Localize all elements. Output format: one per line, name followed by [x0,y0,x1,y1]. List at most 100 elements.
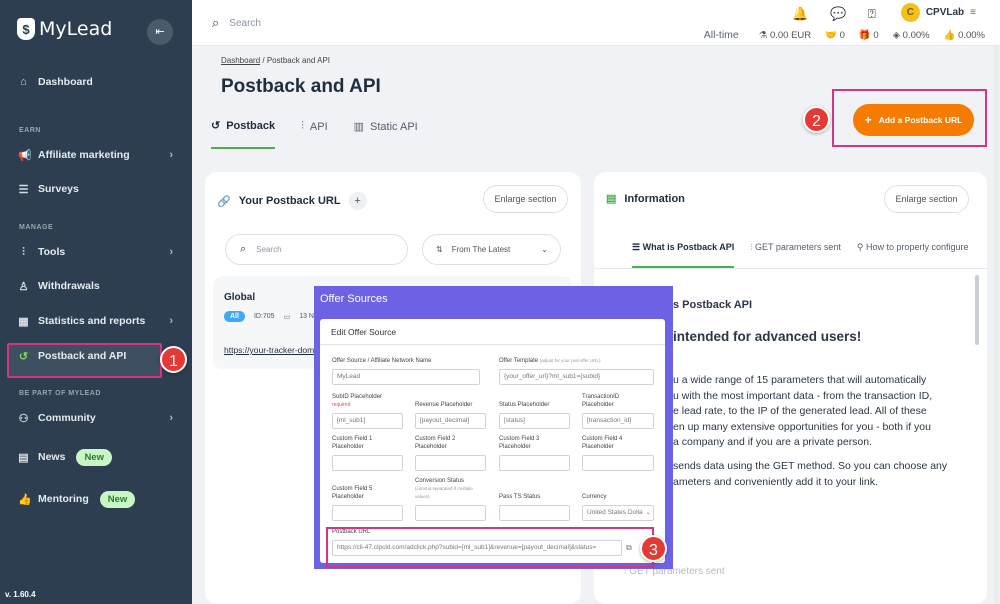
sidebar-item-surveys[interactable]: ☰ Surveys [0,174,192,204]
mylead-logo[interactable]: $ MyLead [17,18,112,40]
new-badge: New [99,490,136,508]
search-icon: ⌕ [212,15,220,30]
enlarge-section-button[interactable]: Enlarge section [483,185,568,213]
period-label[interactable]: All-time [704,29,739,41]
panel-header: ▤ Information [606,192,685,206]
sidebar-item-label: Withdrawals [38,280,100,292]
card-id: ID:705 [253,313,275,320]
panel-title: Your Postback URL [238,195,341,207]
flask-icon: ⚗ [758,29,768,41]
postback-url-highlight [326,527,654,568]
sidebar-item-tools[interactable]: ⫶ Tools › [0,237,192,267]
sidebar-item-label: Statistics and reports [38,315,146,327]
template-input[interactable]: {your_offer_url}?ml_sub1={subid} [499,369,654,385]
support-icon[interactable]: ⍰ [868,6,876,22]
label-hint: (adjust for your real offer URL) [539,358,601,363]
txid-input[interactable]: [transaction_id] [582,413,654,429]
currency-value: United States Dolla [587,509,643,516]
new-badge: New [76,448,112,466]
chat-icon[interactable]: 💬 [830,6,846,22]
stat-gifts: 🎁 0 [859,30,879,41]
card-date: 13 N [299,313,314,320]
avatar: C [900,3,920,22]
newspaper-icon: ▤ [18,451,29,464]
custom-field-5-input[interactable] [332,505,403,521]
tab-how-to-configure[interactable]: ⚲ How to properly configure [857,242,969,268]
page-scrollbar[interactable] [994,46,999,604]
label-template: Offer Template (adjust for your real off… [499,357,601,365]
username: CPVLab [925,7,965,18]
card-url[interactable]: https://your-tracker-dom [224,345,314,355]
sidebar-item-label: Affiliate marketing [38,149,130,161]
conversion-status-input[interactable] [415,505,486,521]
collapse-sidebar-button[interactable]: ⇤ [147,19,173,45]
sidebar: $ MyLead ⇤ ⌂ Dashboard EARN 📢 Affiliate ma… [0,0,192,604]
enlarge-section-button[interactable]: Enlarge section [884,185,969,213]
thumbs-up-icon: 👍 [18,493,32,506]
sidebar-item-mentoring[interactable]: 👍 Mentoring New [0,484,192,514]
info-scrollbar[interactable] [975,275,979,345]
stat-leads: 🤝 0 [825,30,845,41]
global-search[interactable]: ⌕ Search [212,15,261,31]
label-txid: TransactionID Placeholder [582,394,620,408]
sidebar-item-statistics[interactable]: ▦ Statistics and reports › [0,306,192,336]
postback-search-input[interactable]: ⌕ Search [225,234,408,265]
page-title: Postback and API [221,76,381,97]
tab-label: What is Postback API [642,242,735,252]
custom-field-4-input[interactable] [582,455,654,471]
label-cf3: Custom Field 3 Placeholder [499,436,540,450]
gift-icon: 🎁 [858,29,871,41]
subid-input[interactable]: [ml_sub1] [332,413,403,429]
custom-field-1-input[interactable] [332,455,403,471]
stat-value: 0.00% [902,29,930,41]
sidebar-item-news[interactable]: ▤ News New [0,442,192,472]
sort-select[interactable]: ⇅ From The Latest ⌄ [422,234,561,265]
user-menu[interactable]: C CPVLab ≡ [900,3,976,22]
sidebar-item-label: Tools [38,246,66,258]
history-icon: ↺ [211,120,221,132]
add-postback-url-button[interactable]: + Add a Postback URL [853,104,974,136]
tab-postback[interactable]: ↺ Postback [211,119,276,149]
info-subheading: intended for advanced users! [673,329,862,344]
tab-static-api[interactable]: ▥ Static API [354,119,418,149]
custom-field-2-input[interactable] [415,455,486,471]
sidebar-item-dashboard[interactable]: ⌂ Dashboard [0,67,192,97]
sidebar-item-withdrawals[interactable]: ♙ Withdrawals [0,271,192,301]
stat-value: 0.00% [958,29,985,41]
card-title: Global [224,292,256,303]
source-input[interactable]: MyLead [332,369,480,385]
app-version: v. 1.60.4 [5,590,36,599]
label-text: Conversion Status [415,478,465,484]
revenue-input[interactable]: [payout_decimal] [415,413,486,429]
breadcrumb-link-dashboard[interactable]: Dashboard [221,56,260,65]
text-line: a company and if you are a private perso… [673,436,873,448]
add-icon[interactable]: + [348,192,367,210]
tab-api[interactable]: ⫶ API [301,119,327,149]
section-manage: MANAGE [19,224,54,231]
label-cf1: Custom Field 1 Placeholder [332,436,373,450]
custom-field-3-input[interactable] [499,455,570,471]
notification-bell-icon[interactable]: 🔔 [792,6,808,22]
all-badge: All [224,311,245,322]
sidebar-item-affiliate-marketing[interactable]: 📢 Affiliate marketing › [0,140,192,170]
tab-label: GET parameters sent [755,242,841,252]
modal-title: Offer Sources [320,293,388,305]
info-heading: s Postback API [673,299,753,311]
calendar-icon: ▭ [283,313,291,321]
pass-ts-input[interactable] [499,505,570,521]
list-icon: ☰ [18,183,29,196]
panel-header: 🔗 Your Postback URL + [217,192,367,210]
text-line: e lead rate, to the IP of the generated … [673,405,927,417]
status-input[interactable]: [status] [499,413,570,429]
tab-label: Static API [370,120,418,133]
label-pass-ts: Pass TS Status [499,494,541,500]
tab-what-is-postback[interactable]: ☰ What is Postback API [632,242,735,268]
section-earn: EARN [19,127,41,134]
tab-get-parameters[interactable]: ⫶ GET parameters sent [750,242,841,268]
step-marker-3: 3 [640,535,667,562]
barcode-icon: ▥ [353,121,365,133]
sidebar-item-community[interactable]: ⚇ Community › [0,403,192,433]
tab-label: How to properly configure [866,242,969,252]
currency-select[interactable]: United States Dolla ⌄ [582,505,654,521]
text-line: ameters and conveniently add it to your … [673,475,878,488]
